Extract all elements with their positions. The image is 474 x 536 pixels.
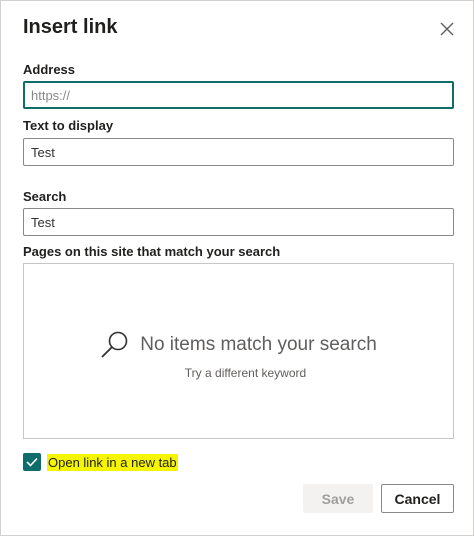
search-results-list[interactable]: No items match your search Try a differe… (23, 263, 454, 439)
empty-state: No items match your search Try a differe… (24, 330, 453, 380)
open-new-tab-label[interactable]: Open link in a new tab (47, 453, 178, 471)
search-input[interactable] (23, 208, 454, 236)
search-icon (101, 331, 128, 358)
empty-state-title: No items match your search (140, 334, 377, 355)
cancel-button[interactable]: Cancel (381, 484, 454, 513)
text-to-display-input[interactable] (23, 138, 454, 166)
open-new-tab-option[interactable]: Open link in a new tab (23, 453, 178, 471)
close-button[interactable] (437, 19, 457, 39)
address-label: Address (23, 62, 76, 77)
open-new-tab-checkbox[interactable] (23, 453, 41, 471)
text-to-display-label: Text to display (23, 118, 114, 133)
checkmark-icon (26, 457, 38, 467)
dialog-title: Insert link (23, 16, 118, 38)
close-icon (440, 22, 454, 36)
search-label: Search (23, 189, 67, 204)
empty-state-subtitle: Try a different keyword (184, 366, 307, 380)
insert-link-dialog: Insert link Address Text to display Sear… (0, 0, 474, 536)
address-input[interactable] (23, 81, 454, 109)
save-button[interactable]: Save (303, 484, 373, 513)
results-label: Pages on this site that match your searc… (23, 244, 281, 259)
